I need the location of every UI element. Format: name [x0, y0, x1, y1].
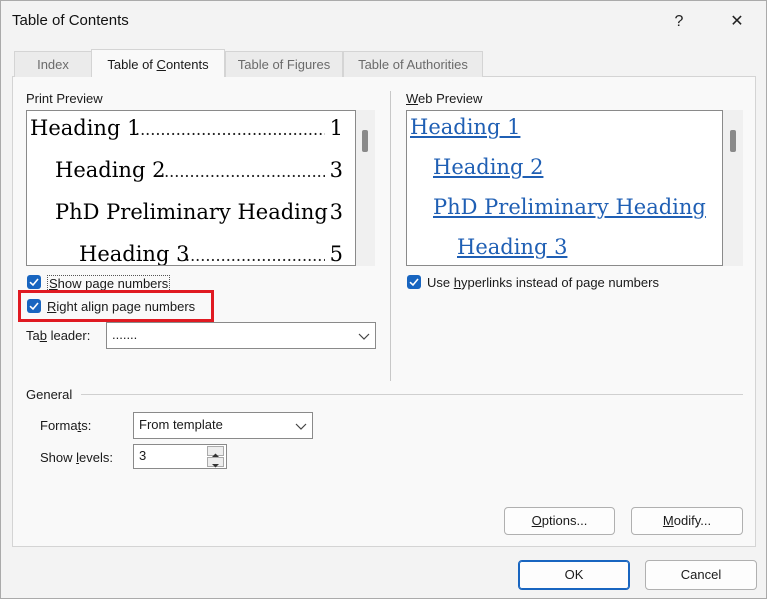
show-page-numbers-checkbox[interactable]: [27, 275, 41, 289]
tab-table-of-contents[interactable]: Table of Contents: [91, 49, 225, 78]
right-align-label: Right align page numbers: [47, 299, 196, 314]
options-button-label: Options...: [531, 513, 588, 528]
print-preview-line: PhD Preliminary Heading 3: [55, 200, 343, 224]
print-preview-text: Heading 2: [55, 158, 166, 182]
tab-table-of-figures[interactable]: Table of Figures: [225, 51, 343, 77]
general-divider: [81, 394, 743, 395]
section-divider: [390, 91, 391, 381]
help-icon: ?: [674, 13, 684, 30]
web-preview-label: Web Preview: [406, 91, 483, 106]
arrow-down-icon: [212, 464, 219, 468]
dialog-title: Table of Contents: [12, 12, 129, 29]
checkmark-icon: [29, 278, 39, 287]
formats-select[interactable]: From template: [133, 412, 313, 439]
general-section-label: General: [26, 387, 73, 402]
print-preview-page: 5: [327, 242, 343, 266]
leader-dots: ........................................…: [185, 246, 325, 265]
web-preview-link[interactable]: Heading 1: [410, 115, 520, 139]
leader-dots: ........................................…: [159, 162, 325, 181]
use-hyperlinks-label: Use hyperlinks instead of page numbers: [427, 275, 659, 290]
tab-index[interactable]: Index: [14, 51, 92, 77]
options-button[interactable]: Options...: [504, 507, 615, 535]
stepper-up-button[interactable]: [207, 446, 224, 457]
formats-label: Formats:: [40, 418, 92, 433]
print-preview-text: Heading 3: [79, 242, 190, 266]
print-preview-scrollbar[interactable]: [356, 110, 375, 266]
show-levels-value: 3: [139, 448, 147, 463]
tab-leader-label: Tab leader:: [26, 328, 91, 343]
web-preview-scrollbar[interactable]: [723, 110, 743, 266]
cancel-button[interactable]: Cancel: [645, 560, 757, 590]
checkmark-icon: [409, 278, 419, 287]
show-levels-stepper[interactable]: 3: [133, 444, 227, 469]
show-levels-label: Show levels:: [40, 450, 113, 465]
chevron-down-icon: [353, 323, 375, 348]
web-preview-box: Heading 1 Heading 2 PhD Preliminary Head…: [406, 110, 723, 266]
checkmark-icon: [29, 302, 39, 311]
help-button[interactable]: ?: [659, 7, 699, 37]
web-preview-link[interactable]: Heading 3: [457, 235, 567, 259]
print-preview-box: Heading 1 1 Heading 2 3 PhD Preliminary He…: [26, 110, 356, 266]
use-hyperlinks-checkbox[interactable]: [407, 275, 421, 289]
web-preview-link[interactable]: PhD Preliminary Heading: [433, 195, 706, 219]
leader-dots: ........................................…: [135, 120, 325, 139]
print-preview-label: Print Preview: [26, 91, 103, 106]
close-button[interactable]: ✕: [717, 7, 757, 37]
print-preview-page: 1: [327, 116, 343, 140]
stepper-down-button[interactable]: [207, 457, 224, 468]
tab-table-of-contents-label: Table of Contents: [107, 57, 209, 72]
close-icon: ✕: [730, 13, 744, 30]
scrollbar-thumb[interactable]: [362, 130, 368, 152]
tab-leader-value: .......: [112, 327, 138, 342]
ok-button[interactable]: OK: [518, 560, 630, 590]
modify-button-label: Modify...: [662, 513, 712, 528]
formats-value: From template: [139, 417, 223, 432]
print-preview-page: 3: [327, 200, 343, 224]
print-preview-text: Heading 1: [30, 116, 141, 140]
tab-table-of-authorities[interactable]: Table of Authorities: [343, 51, 483, 77]
print-preview-text: PhD Preliminary Heading: [55, 200, 328, 224]
chevron-down-icon: [290, 413, 312, 438]
scrollbar-thumb[interactable]: [730, 130, 736, 152]
tab-leader-select[interactable]: .......: [106, 322, 376, 349]
right-align-checkbox[interactable]: [27, 299, 41, 313]
modify-button[interactable]: Modify...: [631, 507, 743, 535]
print-preview-page: 3: [327, 158, 343, 182]
web-preview-link[interactable]: Heading 2: [433, 155, 543, 179]
toc-dialog: Table of Contents ? ✕ Index Table of Con…: [0, 0, 767, 599]
